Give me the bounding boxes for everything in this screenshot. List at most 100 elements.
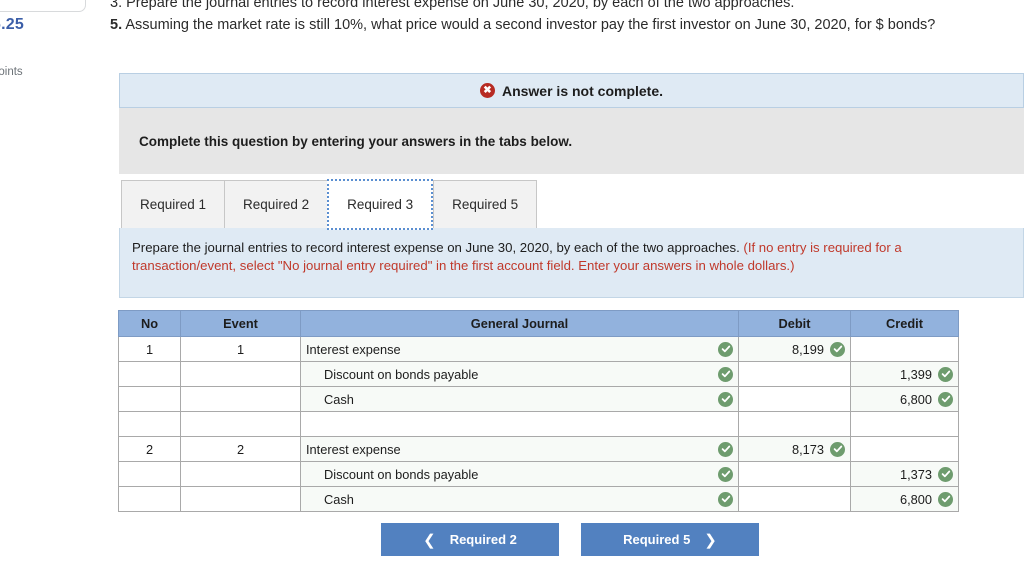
credit-value: 6,800 [899, 391, 932, 407]
navigation-buttons: ❮ Required 2 Required 5 ❯ [381, 523, 759, 556]
cell-account[interactable]: Cash [300, 486, 739, 512]
column-header-event: Event [180, 310, 301, 337]
cell-event [180, 411, 301, 437]
check-circle-icon [830, 341, 845, 357]
cell-event [180, 486, 301, 512]
question-5: 5. Assuming the market rate is still 10%… [110, 14, 1024, 36]
answer-status-inner: ✖ Answer is not complete. [479, 82, 664, 99]
cell-no [118, 361, 181, 387]
cell-debit[interactable] [738, 386, 851, 412]
check-circle-icon [938, 366, 953, 382]
column-header-no: No [118, 310, 181, 337]
table-row: Discount on bonds payable 1,399 [118, 361, 959, 387]
cell-credit[interactable]: 1,399 [850, 361, 959, 387]
account-name: Interest expense [306, 341, 401, 357]
cell-account[interactable]: Discount on bonds payable [300, 361, 739, 387]
journal-entry-table: No Event General Journal Debit Credit 1 1… [118, 310, 959, 512]
journal-header-row: No Event General Journal Debit Credit [118, 310, 959, 337]
cell-credit[interactable] [850, 336, 959, 362]
column-header-debit: Debit [738, 310, 851, 337]
cell-account[interactable]: Discount on bonds payable [300, 461, 739, 487]
cell-account[interactable]: Interest expense [300, 336, 739, 362]
account-name: Interest expense [306, 441, 401, 457]
cell-debit[interactable] [738, 361, 851, 387]
tab-required-required-2[interactable]: Required 2 [224, 180, 328, 229]
cell-no [118, 461, 181, 487]
answer-status-banner: ✖ Answer is not complete. [119, 73, 1024, 108]
x-circle-icon: ✖ [479, 83, 495, 98]
cell-credit[interactable]: 6,800 [850, 386, 959, 412]
table-row: Cash 6,800 [118, 486, 959, 512]
question-previous-line: 3. Prepare the journal entries to record… [110, 0, 795, 11]
table-row: Discount on bonds payable 1,373 [118, 461, 959, 487]
check-circle-icon [718, 441, 733, 457]
tab-label: Required 5 [452, 197, 519, 212]
check-circle-icon [938, 466, 953, 482]
table-row [118, 411, 959, 437]
check-circle-icon [718, 366, 733, 382]
cell-event [180, 461, 301, 487]
cell-no [118, 411, 181, 437]
cell-debit[interactable]: 8,199 [738, 336, 851, 362]
table-row: 1 1 Interest expense 8,199 [118, 336, 959, 362]
cell-account[interactable] [300, 411, 739, 437]
check-circle-icon [718, 391, 733, 407]
check-circle-icon [718, 466, 733, 482]
cell-account[interactable]: Interest expense [300, 436, 739, 462]
next-requirement-label: Required 5 [623, 532, 691, 547]
answer-status-text: Answer is not complete. [501, 82, 664, 99]
cell-no: 2 [118, 436, 181, 462]
cell-event [180, 361, 301, 387]
cell-debit[interactable]: 8,173 [738, 436, 851, 462]
debit-value: 8,199 [791, 341, 824, 357]
prev-requirement-button[interactable]: ❮ Required 2 [381, 523, 559, 556]
tab-required-required-1[interactable]: Required 1 [121, 180, 225, 229]
credit-value: 1,373 [899, 466, 932, 482]
column-header-general-journal: General Journal [300, 310, 739, 337]
tab-label: Required 2 [243, 197, 310, 212]
column-header-credit: Credit [850, 310, 959, 337]
cell-debit[interactable] [738, 461, 851, 487]
next-requirement-button[interactable]: Required 5 ❯ [581, 523, 759, 556]
cell-credit[interactable] [850, 411, 959, 437]
prev-requirement-label: Required 2 [449, 532, 517, 547]
tab-required-required-3[interactable]: Required 3 [327, 179, 434, 230]
table-row: Cash 6,800 [118, 386, 959, 412]
tab-label: Required 3 [347, 197, 414, 212]
complete-question-text: Complete this question by entering your … [139, 133, 573, 149]
question-card-stub [0, 0, 86, 12]
account-name: Discount on bonds payable [324, 366, 479, 382]
complete-question-bar: Complete this question by entering your … [119, 108, 1024, 174]
table-row: 2 2 Interest expense 8,173 [118, 436, 959, 462]
check-circle-icon [938, 491, 953, 507]
check-circle-icon [938, 391, 953, 407]
cell-debit[interactable] [738, 411, 851, 437]
cell-credit[interactable] [850, 436, 959, 462]
account-name: Discount on bonds payable [324, 466, 479, 482]
question-area: 3. Prepare the journal entries to record… [110, 0, 1024, 36]
cell-credit[interactable]: 6,800 [850, 486, 959, 512]
tab-label: Required 1 [140, 197, 207, 212]
debit-value: 8,173 [791, 441, 824, 457]
exercise-page: 6.25 points 3. Prepare the journal entri… [0, 0, 1024, 569]
cell-no [118, 386, 181, 412]
requirement-tabs: Required 1 Required 2 Required 3 Required 5 [121, 179, 538, 230]
score-value: 6.25 [0, 16, 24, 33]
instruction-main: Prepare the journal entries to record in… [132, 240, 740, 255]
cell-debit[interactable] [738, 486, 851, 512]
credit-value: 1,399 [899, 366, 932, 382]
account-name: Cash [324, 391, 354, 407]
tab-required-required-5[interactable]: Required 5 [433, 180, 538, 229]
account-name: Cash [324, 491, 354, 507]
cell-credit[interactable]: 1,373 [850, 461, 959, 487]
cell-event: 1 [180, 336, 301, 362]
journal-table-body: 1 1 Interest expense 8,199 Discount on bonds… [118, 336, 959, 512]
cell-account[interactable]: Cash [300, 386, 739, 412]
score-label: points [0, 66, 23, 78]
journal-table-head: No Event General Journal Debit Credit [118, 310, 959, 337]
instruction-panel: Prepare the journal entries to record in… [119, 228, 1024, 298]
cell-event: 2 [180, 436, 301, 462]
check-circle-icon [718, 341, 733, 357]
question-number: 5. [110, 17, 123, 33]
chevron-right-icon: ❯ [704, 531, 717, 549]
